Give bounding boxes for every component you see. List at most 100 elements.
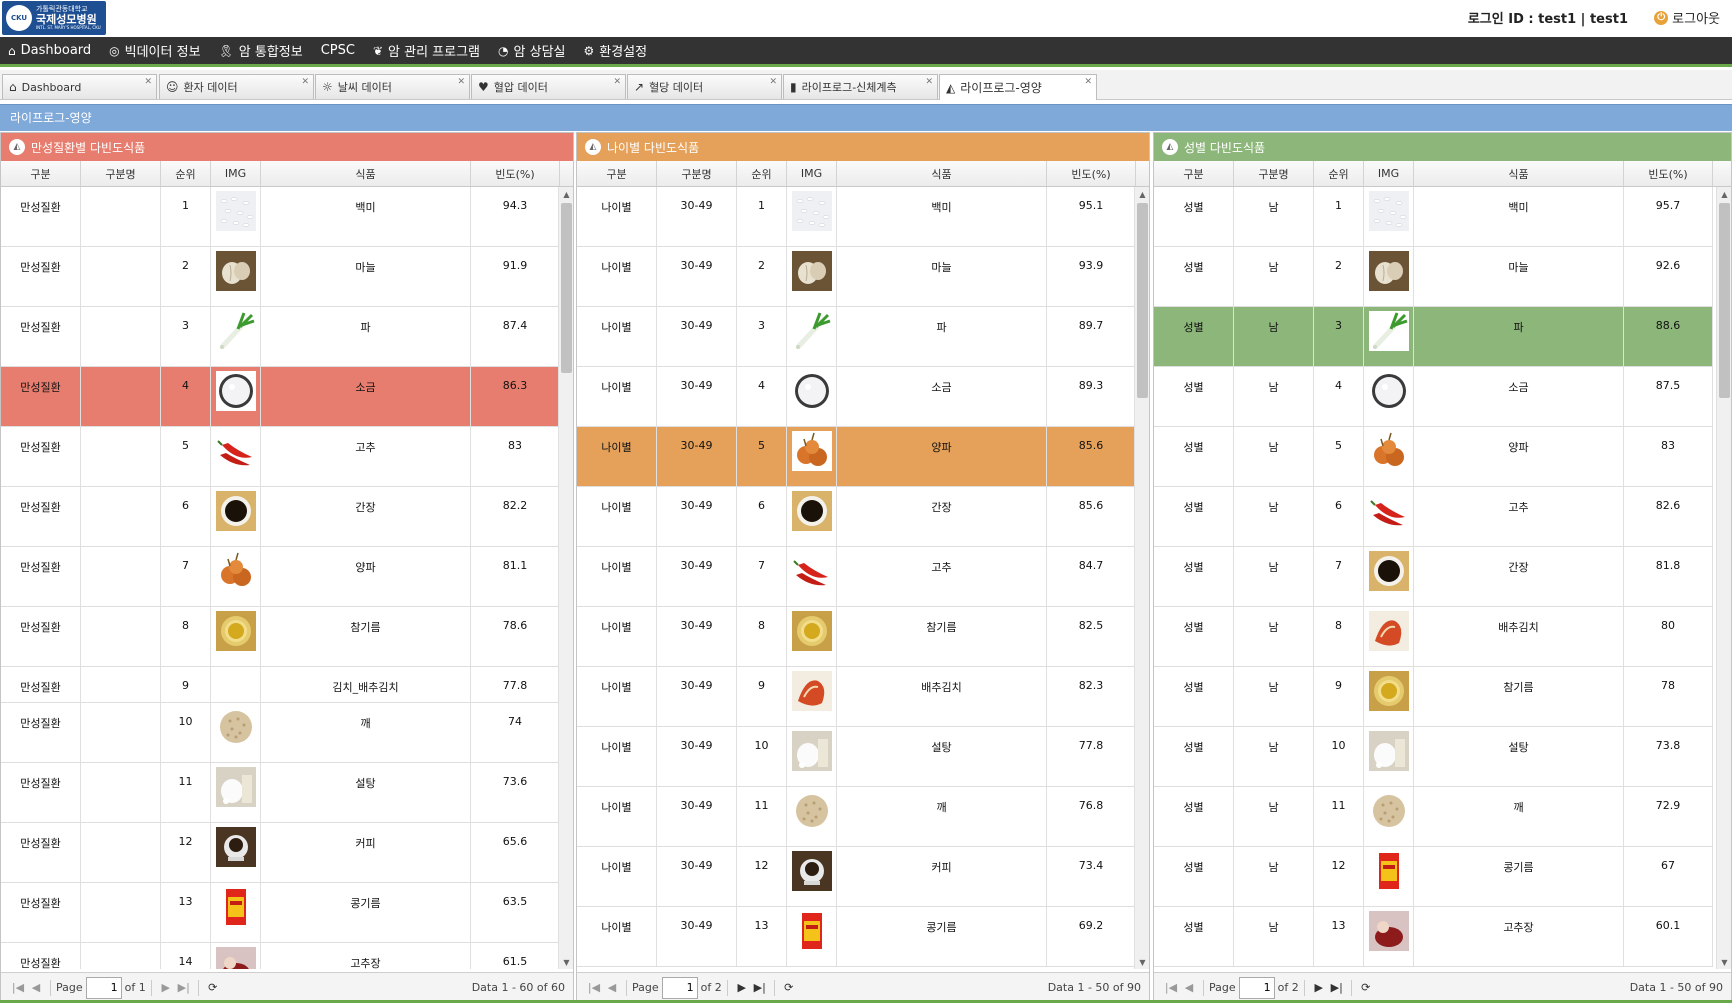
table-row[interactable]: 성별 남 11 깨 72.9: [1154, 787, 1713, 847]
col-header-2[interactable]: 순위: [1314, 161, 1364, 186]
tab-5[interactable]: ▮ 라이프로그-신체계측 ✕: [783, 74, 938, 99]
close-icon[interactable]: ✕: [769, 77, 777, 87]
prev-page-icon[interactable]: ◀: [603, 981, 621, 994]
table-row[interactable]: 성별 남 1 백미 95.7: [1154, 187, 1713, 247]
next-page-icon[interactable]: ▶: [157, 981, 175, 994]
table-row[interactable]: 만성질환 4 소금 86.3: [1, 367, 560, 427]
close-icon[interactable]: ✕: [925, 77, 933, 87]
scroll-thumb[interactable]: [1137, 203, 1148, 398]
close-icon[interactable]: ✕: [1084, 77, 1092, 87]
menu-item-2[interactable]: 🎗 암 통합정보: [219, 41, 303, 61]
last-page-icon[interactable]: ▶|: [751, 981, 769, 994]
refresh-icon[interactable]: ⟳: [780, 981, 798, 994]
col-header-2[interactable]: 순위: [161, 161, 211, 186]
scroll-down-icon[interactable]: ▼: [1135, 955, 1149, 969]
col-header-5[interactable]: 빈도(%): [1624, 161, 1713, 186]
logout-button[interactable]: ⏻ 로그아웃: [1654, 8, 1720, 27]
table-row[interactable]: 나이별 30-49 9 배추김치 82.3: [577, 667, 1136, 727]
page-input[interactable]: [85, 976, 122, 999]
col-header-1[interactable]: 구분명: [657, 161, 737, 186]
table-row[interactable]: 만성질환 1 백미 94.3: [1, 187, 560, 247]
table-row[interactable]: 성별 남 3 파 88.6: [1154, 307, 1713, 367]
col-header-3[interactable]: IMG: [1364, 161, 1414, 186]
refresh-icon[interactable]: ⟳: [204, 981, 222, 994]
table-row[interactable]: 나이별 30-49 8 참기름 82.5: [577, 607, 1136, 667]
col-header-5[interactable]: 빈도(%): [1047, 161, 1136, 186]
table-row[interactable]: 만성질환 3 파 87.4: [1, 307, 560, 367]
tab-4[interactable]: ↗ 혈당 데이터 ✕: [627, 74, 782, 99]
table-row[interactable]: 나이별 30-49 12 커피 73.4: [577, 847, 1136, 907]
table-row[interactable]: 나이별 30-49 3 파 89.7: [577, 307, 1136, 367]
menu-item-3[interactable]: CPSC: [321, 43, 355, 58]
close-icon[interactable]: ✕: [613, 77, 621, 87]
table-row[interactable]: 만성질환 6 간장 82.2: [1, 487, 560, 547]
close-icon[interactable]: ✕: [144, 77, 152, 87]
table-row[interactable]: 만성질환 10 깨 74: [1, 703, 560, 763]
table-row[interactable]: 성별 남 4 소금 87.5: [1154, 367, 1713, 427]
table-row[interactable]: 성별 남 6 고추 82.6: [1154, 487, 1713, 547]
table-row[interactable]: 만성질환 12 커피 65.6: [1, 823, 560, 883]
table-row[interactable]: 만성질환 13 콩기름 63.5: [1, 883, 560, 943]
scroll-thumb[interactable]: [1719, 203, 1730, 398]
next-page-icon[interactable]: ▶: [733, 981, 751, 994]
col-header-2[interactable]: 순위: [737, 161, 787, 186]
first-page-icon[interactable]: |◀: [1162, 981, 1180, 994]
col-header-5[interactable]: 빈도(%): [471, 161, 560, 186]
close-icon[interactable]: ✕: [301, 77, 309, 87]
tab-0[interactable]: ⌂ Dashboard ✕: [2, 74, 157, 99]
table-row[interactable]: 성별 남 12 콩기름 67: [1154, 847, 1713, 907]
scroll-up-icon[interactable]: ▲: [559, 187, 573, 201]
col-header-0[interactable]: 구분: [1, 161, 81, 186]
table-row[interactable]: 나이별 30-49 11 깨 76.8: [577, 787, 1136, 847]
menu-item-4[interactable]: ❦ 암 관리 프로그램: [373, 41, 480, 61]
table-row[interactable]: 만성질환 5 고추 83: [1, 427, 560, 487]
menu-item-5[interactable]: ◔ 암 상담실: [498, 41, 565, 61]
tab-1[interactable]: ☺ 환자 데이터 ✕: [159, 74, 314, 99]
table-row[interactable]: 나이별 30-49 2 마늘 93.9: [577, 247, 1136, 307]
refresh-icon[interactable]: ⟳: [1357, 981, 1375, 994]
col-header-4[interactable]: 식품: [261, 161, 471, 186]
tab-2[interactable]: ☼ 날씨 데이터 ✕: [315, 74, 470, 99]
table-row[interactable]: 만성질환 2 마늘 91.9: [1, 247, 560, 307]
first-page-icon[interactable]: |◀: [585, 981, 603, 994]
table-row[interactable]: 성별 남 5 양파 83: [1154, 427, 1713, 487]
table-row[interactable]: 만성질환 7 양파 81.1: [1, 547, 560, 607]
col-header-3[interactable]: IMG: [787, 161, 837, 186]
col-header-3[interactable]: IMG: [211, 161, 261, 186]
page-input[interactable]: [1238, 976, 1275, 999]
table-row[interactable]: 성별 남 7 간장 81.8: [1154, 547, 1713, 607]
menu-item-0[interactable]: ⌂ Dashboard: [8, 43, 91, 58]
table-row[interactable]: 만성질환 11 설탕 73.6: [1, 763, 560, 823]
scroll-thumb[interactable]: [561, 203, 572, 373]
col-header-4[interactable]: 식품: [837, 161, 1047, 186]
table-row[interactable]: 나이별 30-49 10 설탕 77.8: [577, 727, 1136, 787]
table-row[interactable]: 나이별 30-49 4 소금 89.3: [577, 367, 1136, 427]
menu-item-1[interactable]: ◎ 빅데이터 정보: [109, 41, 200, 61]
table-row[interactable]: 나이별 30-49 7 고추 84.7: [577, 547, 1136, 607]
table-row[interactable]: 성별 남 13 고추장 60.1: [1154, 907, 1713, 967]
scroll-down-icon[interactable]: ▼: [1717, 955, 1731, 969]
col-header-0[interactable]: 구분: [1154, 161, 1234, 186]
table-row[interactable]: 성별 남 9 참기름 78: [1154, 667, 1713, 727]
col-header-1[interactable]: 구분명: [81, 161, 161, 186]
first-page-icon[interactable]: |◀: [9, 981, 27, 994]
table-row[interactable]: 성별 남 8 배추김치 80: [1154, 607, 1713, 667]
next-page-icon[interactable]: ▶: [1310, 981, 1328, 994]
col-header-4[interactable]: 식품: [1414, 161, 1624, 186]
table-row[interactable]: 나이별 30-49 6 간장 85.6: [577, 487, 1136, 547]
hospital-logo[interactable]: CKU 가톨릭관동대학교 국제성모병원 INTL. ST. MARY'S HOS…: [2, 1, 106, 35]
table-row[interactable]: 나이별 30-49 1 백미 95.1: [577, 187, 1136, 247]
tab-6[interactable]: ◭ 라이프로그-영양 ✕: [939, 74, 1097, 100]
vertical-scrollbar[interactable]: ▲ ▼: [558, 187, 573, 969]
scroll-up-icon[interactable]: ▲: [1135, 187, 1149, 201]
table-row[interactable]: 나이별 30-49 5 양파 85.6: [577, 427, 1136, 487]
table-row[interactable]: 만성질환 14 고추장 61.5: [1, 943, 560, 969]
prev-page-icon[interactable]: ◀: [1180, 981, 1198, 994]
col-header-1[interactable]: 구분명: [1234, 161, 1314, 186]
col-header-0[interactable]: 구분: [577, 161, 657, 186]
prev-page-icon[interactable]: ◀: [27, 981, 45, 994]
page-input[interactable]: [661, 976, 698, 999]
table-row[interactable]: 만성질환 9 김치_배추김치 77.8: [1, 667, 560, 703]
table-row[interactable]: 성별 남 10 설탕 73.8: [1154, 727, 1713, 787]
scroll-down-icon[interactable]: ▼: [559, 955, 573, 969]
